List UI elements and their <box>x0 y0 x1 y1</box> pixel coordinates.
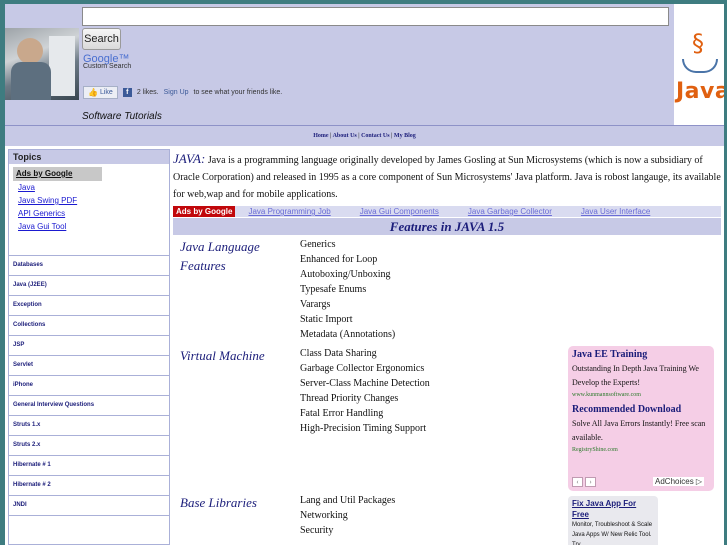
facebook-like-row: 👍 Like f 2 likes. Sign Up to see what you… <box>83 86 282 99</box>
ad-next-button[interactable]: › <box>585 477 596 487</box>
ad-text: Monitor, Troubleshoot & Scale Java Apps … <box>572 522 653 545</box>
feature-item: Fatal Error Handling <box>300 408 384 419</box>
java-intro: JAVA: Java is a programming language ori… <box>173 150 721 203</box>
nav-separator: | <box>330 133 332 139</box>
facebook-like-label: Like <box>99 89 113 96</box>
adchoices-link[interactable]: AdChoices ▷ <box>653 477 705 486</box>
feature-item: High-Precision Timing Support <box>300 423 427 434</box>
feature-item: Server-Class Machine Detection <box>300 378 430 389</box>
ads-by-google-link[interactable]: Ads by Google <box>13 167 102 181</box>
sidebar-item-iphone[interactable]: iPhone <box>9 376 169 396</box>
facebook-likes-count: 2 likes. <box>136 89 159 96</box>
main-content: JAVA: Java is a programming language ori… <box>173 150 721 545</box>
facebook-signup-link[interactable]: Sign Up <box>164 89 189 96</box>
custom-search-label: Custom Search <box>83 63 132 70</box>
java-intro-label: JAVA: <box>173 151 206 166</box>
nav-separator: | <box>391 133 393 139</box>
feature-item: Metadata (Annotations) <box>300 329 396 340</box>
sidebar-ad-link[interactable]: Java <box>18 181 169 194</box>
ad-strip-link[interactable]: Java Programming Job <box>248 207 330 216</box>
sidebar-item-servlet[interactable]: Servlet <box>9 356 169 376</box>
sidebar-item-collections[interactable]: Collections <box>9 316 169 336</box>
features-title: Features in JAVA 1.5 <box>173 218 721 235</box>
sidebar-item-jndi[interactable]: JNDI <box>9 496 169 516</box>
sidebar-item-hibernate-1[interactable]: Hibernate # 1 <box>9 456 169 476</box>
ad-url[interactable]: RegistryShine.com <box>572 445 710 455</box>
java-logo-text: Java <box>676 79 724 104</box>
sidebar-ads: Ads by Google Java Java Swing PDF API Ge… <box>9 167 169 256</box>
ad-strip-link[interactable]: Java Garbage Collector <box>468 207 552 216</box>
sidebar-item-java-j2ee[interactable]: Java (J2EE) <box>9 276 169 296</box>
feature-item: Networking <box>300 510 348 521</box>
ad-box-new-relic: Fix Java App For Free Monitor, Troublesh… <box>568 496 658 545</box>
sidebar-item-hibernate-2[interactable]: Hibernate # 2 <box>9 476 169 496</box>
sidebar-item-databases[interactable]: Databases <box>9 256 169 276</box>
java-intro-text: Java is a programming language originall… <box>173 155 721 200</box>
sidebar-item-interview-questions[interactable]: General Interview Questions <box>9 396 169 416</box>
nav-home[interactable]: Home <box>313 133 328 139</box>
section-title: Java Language Features <box>180 239 260 273</box>
ad-text: Solve All Java Errors Instantly! Free sc… <box>572 419 706 442</box>
topics-sidebar: Topics Ads by Google Java Java Swing PDF… <box>8 149 170 545</box>
nav-about-us[interactable]: About Us <box>333 133 357 139</box>
feature-item: Class Data Sharing <box>300 348 377 359</box>
section-title: Base Libraries <box>180 495 257 510</box>
sidebar-ad-link[interactable]: Java Gui Tool <box>18 220 169 233</box>
section-title: Virtual Machine <box>180 348 265 363</box>
ad-title-link[interactable]: Recommended Download <box>572 403 710 417</box>
ad-title-link[interactable]: Java EE Training <box>572 348 710 362</box>
ad-prev-button[interactable]: ‹ <box>572 477 583 487</box>
feature-item: Autoboxing/Unboxing <box>300 269 391 280</box>
ad-url[interactable]: www.kunmannsoftware.com <box>572 390 710 400</box>
top-nav: Home | About Us | Contact Us | My Blog <box>5 125 724 146</box>
ad-text: Outstanding In Depth Java Training We De… <box>572 364 699 387</box>
sidebar-item-jsp[interactable]: JSP <box>9 336 169 356</box>
feature-item: Static Import <box>300 314 353 325</box>
sidebar-item-struts-1[interactable]: Struts 1.x <box>9 416 169 436</box>
feature-item: Typesafe Enums <box>300 284 367 295</box>
nav-my-blog[interactable]: My Blog <box>394 133 416 139</box>
sidebar-item-struts-2[interactable]: Struts 2.x <box>9 436 169 456</box>
header-photo <box>5 28 79 100</box>
site-tagline: Software Tutorials <box>82 111 162 122</box>
java-logo: § Java <box>676 29 724 105</box>
facebook-suffix-text: to see what your friends like. <box>193 89 283 96</box>
feature-item: Generics <box>300 239 336 250</box>
page-frame: Search Google™ Custom Search 👍 Like f 2 l… <box>5 4 724 545</box>
search-input[interactable] <box>82 7 669 26</box>
ad-pager: ‹ › <box>572 477 596 487</box>
ads-by-google-badge[interactable]: Ads by Google <box>173 206 236 217</box>
sidebar-ad-link[interactable]: Java Swing PDF <box>18 194 169 207</box>
nav-separator: | <box>358 133 360 139</box>
feature-item: Varargs <box>300 299 331 310</box>
search-button[interactable]: Search <box>82 28 121 50</box>
feature-item: Lang and Util Packages <box>300 495 396 506</box>
ad-box-training: Java EE Training Outstanding In Depth Ja… <box>568 346 714 491</box>
site-header: Search Google™ Custom Search 👍 Like f 2 l… <box>5 4 724 125</box>
ad-link-strip: Ads by Google Java Programming Job Java … <box>173 206 721 217</box>
ad-title-link[interactable]: Fix Java App For Free <box>572 498 654 520</box>
facebook-like-button[interactable]: 👍 Like <box>83 86 118 99</box>
feature-item: Garbage Collector Ergonomics <box>300 363 425 374</box>
ad-strip-link[interactable]: Java User Interface <box>581 207 650 216</box>
feature-item: Thread Priority Changes <box>300 393 399 404</box>
nav-contact-us[interactable]: Contact Us <box>361 133 390 139</box>
feature-item: Enhanced for Loop <box>300 254 378 265</box>
ad-strip-link[interactable]: Java Gui Components <box>360 207 439 216</box>
sidebar-ad-link[interactable]: API Generics <box>18 207 169 220</box>
sidebar-item-exception[interactable]: Exception <box>9 296 169 316</box>
facebook-icon: f <box>122 88 132 97</box>
thumbs-up-icon: 👍 <box>88 88 98 97</box>
feature-item: Security <box>300 525 334 536</box>
topics-heading: Topics <box>9 150 169 164</box>
